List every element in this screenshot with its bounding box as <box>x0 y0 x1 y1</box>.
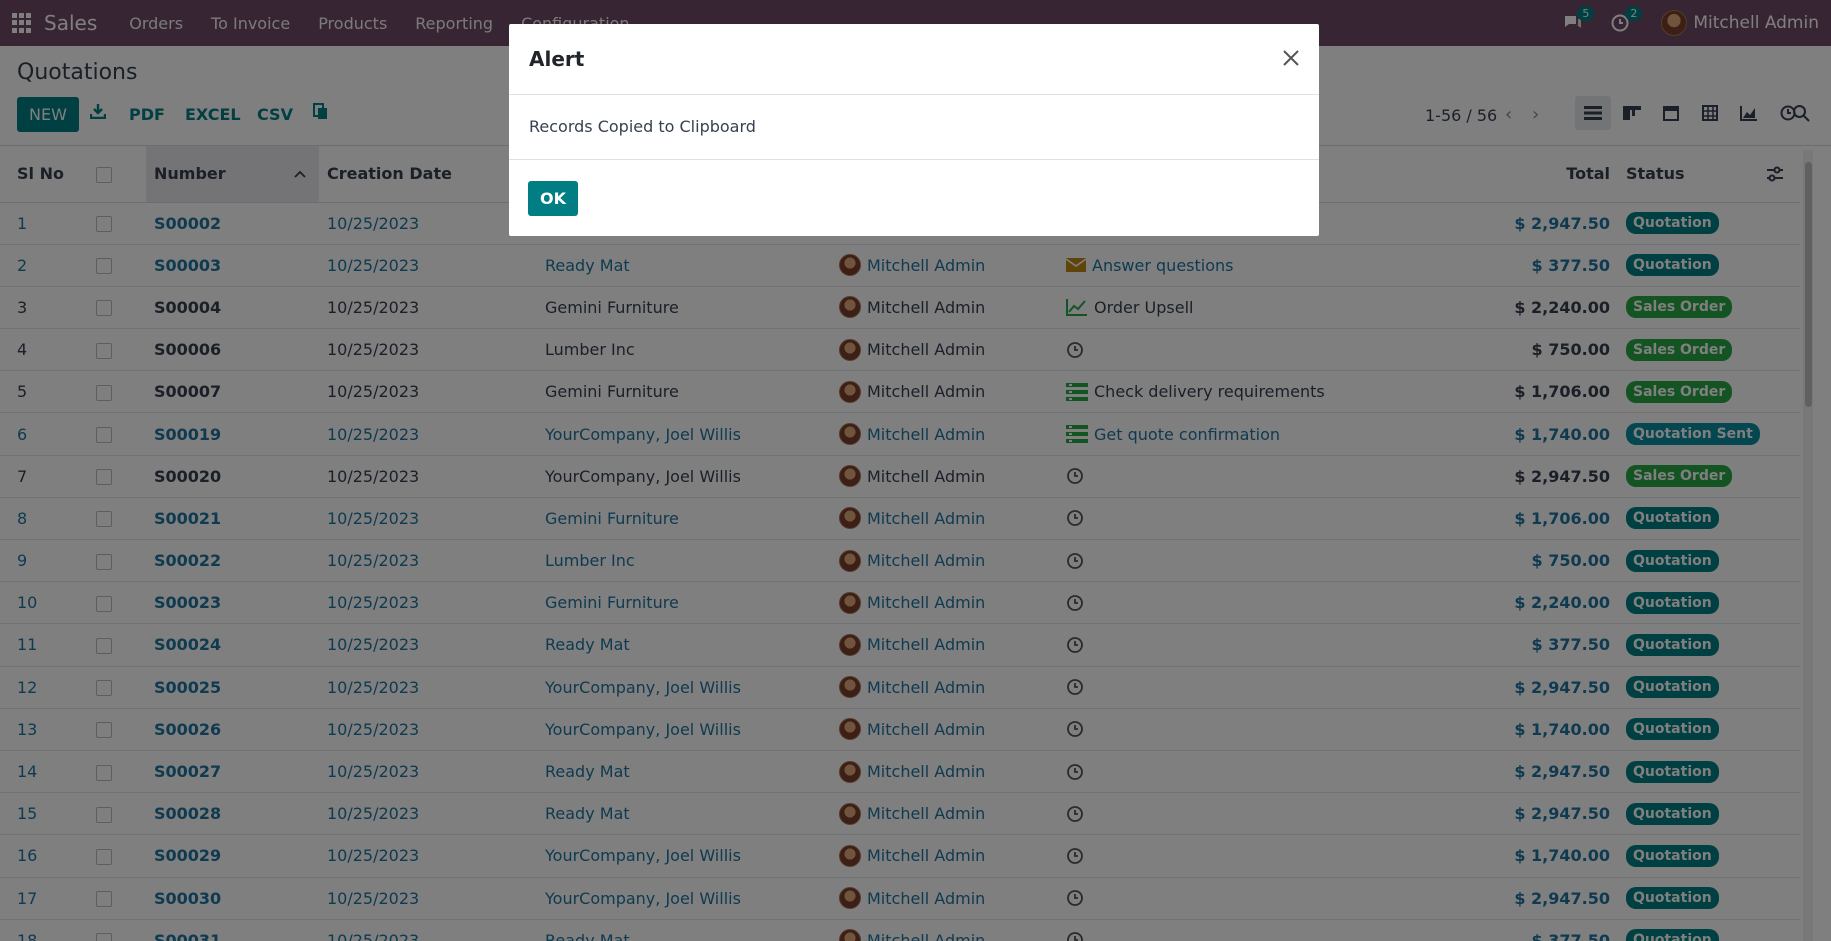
dialog-message: Records Copied to Clipboard <box>529 117 756 136</box>
close-icon[interactable] <box>1281 48 1301 72</box>
dialog-footer: OK <box>509 160 1319 235</box>
alert-dialog: Alert Records Copied to Clipboard OK <box>509 24 1319 236</box>
dialog-header: Alert <box>509 24 1319 95</box>
dialog-title: Alert <box>529 47 585 71</box>
dialog-body: Records Copied to Clipboard <box>509 95 1319 160</box>
ok-button[interactable]: OK <box>528 181 578 216</box>
